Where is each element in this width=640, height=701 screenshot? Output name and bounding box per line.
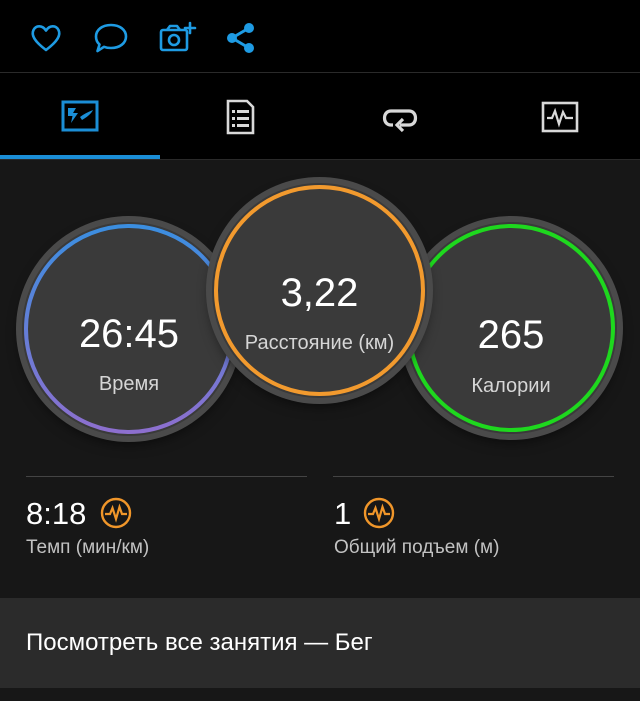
- distance-label: Расстояние (км): [244, 332, 395, 354]
- time-circle: 26:45 Время: [22, 222, 236, 436]
- add-photo-icon[interactable]: [157, 18, 197, 58]
- elevation-value: 1: [334, 496, 352, 531]
- pace-pulse-icon[interactable]: [100, 497, 132, 529]
- view-all-activities-label: Посмотреть все занятия — Бег: [26, 629, 373, 656]
- document-icon: [226, 99, 255, 135]
- distance-circle: 3,22 Расстояние (км): [212, 183, 427, 398]
- share-icon[interactable]: [221, 18, 261, 58]
- summary-icon: [61, 100, 99, 132]
- charts-tab[interactable]: [480, 73, 640, 159]
- chart-icon: [541, 101, 579, 133]
- calories-label: Калории: [471, 375, 551, 397]
- action-toolbar: [0, 0, 640, 73]
- activity-tabs: [0, 73, 640, 159]
- heart-icon[interactable]: [26, 18, 66, 58]
- loop-icon: [382, 109, 418, 133]
- laps-tab[interactable]: [320, 73, 480, 159]
- distance-value: 3,22: [280, 271, 359, 315]
- calories-circle: 265 Калории: [405, 222, 617, 434]
- pace-value: 8:18: [26, 496, 87, 531]
- details-tab[interactable]: [160, 73, 320, 159]
- summary-tab[interactable]: [0, 73, 160, 159]
- elevation-pulse-icon[interactable]: [363, 497, 395, 529]
- pace-label: Темп (мин/км): [26, 537, 150, 558]
- calories-value: 265: [477, 313, 545, 357]
- elevation-divider: [333, 476, 614, 477]
- pace-divider: [26, 476, 307, 477]
- elevation-label: Общий подъем (м): [334, 537, 500, 558]
- time-value: 26:45: [78, 312, 180, 356]
- time-label: Время: [98, 373, 160, 395]
- comment-icon[interactable]: [91, 18, 131, 58]
- tabs-divider: [0, 159, 640, 160]
- view-all-activities-button[interactable]: Посмотреть все занятия — Бег: [0, 598, 640, 688]
